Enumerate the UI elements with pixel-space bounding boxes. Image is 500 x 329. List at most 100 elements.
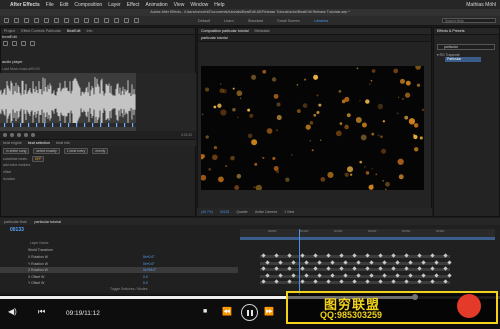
- layer-row[interactable]: X Rotation W 0x+0.0°: [0, 254, 238, 260]
- rewind-icon[interactable]: [3, 133, 7, 137]
- bokeh-particle: [377, 134, 380, 137]
- text-tool-icon[interactable]: [94, 18, 99, 23]
- workspace-standard[interactable]: Standard: [248, 19, 263, 23]
- views-dropdown[interactable]: 1 View: [284, 210, 294, 214]
- pause-button[interactable]: [241, 304, 258, 321]
- bokeh-particle: [272, 156, 276, 161]
- hand-tool-icon[interactable]: [24, 18, 29, 23]
- window-title: Adobe After Effects - /Users/mmoehl/Docu…: [0, 9, 500, 16]
- mask-tool-icon[interactable]: [74, 18, 79, 23]
- property-value[interactable]: 0.0: [143, 281, 148, 285]
- bokeh-particle: [370, 79, 373, 82]
- loop-icon[interactable]: [24, 133, 28, 137]
- rotate-tool-icon[interactable]: [44, 18, 49, 23]
- tab-effects-presets[interactable]: Effects & Presets: [437, 29, 465, 33]
- menu-window[interactable]: Window: [190, 2, 208, 8]
- toggle-switches-modes[interactable]: Toggle Switches / Modes: [110, 287, 148, 291]
- workspace-learn[interactable]: Learn: [224, 19, 234, 23]
- audio-waveform[interactable]: [0, 73, 136, 131]
- play-icon[interactable]: [10, 133, 14, 137]
- pan-tool-icon[interactable]: [64, 18, 69, 23]
- tab-project[interactable]: Project: [4, 29, 15, 33]
- tab-particular-final[interactable]: particular final: [4, 220, 26, 224]
- select-mode-dropdown[interactable]: select exactly: [33, 148, 60, 154]
- menu-effect[interactable]: Effect: [127, 2, 140, 8]
- marker-icon[interactable]: [12, 41, 17, 46]
- timeline-timecode[interactable]: 00133: [10, 227, 24, 233]
- tab-beat-info[interactable]: beat info: [56, 141, 70, 145]
- substitute-dropdown[interactable]: OFF: [31, 156, 45, 162]
- effect-item-particular[interactable]: Particular: [445, 57, 481, 62]
- scissors-icon[interactable]: [21, 41, 26, 46]
- tab-beat-engine[interactable]: beat engine: [3, 141, 22, 145]
- tab-beat-selection[interactable]: beat selection: [28, 141, 50, 145]
- tab-effect-controls[interactable]: Effect Controls Particular: [21, 29, 61, 33]
- tab-particular-tutorial[interactable]: particular tutorial: [34, 220, 61, 224]
- effects-search-input[interactable]: particular: [437, 44, 495, 50]
- zoom-level[interactable]: (46.7%): [201, 210, 213, 214]
- layer-row[interactable]: World Transform: [0, 247, 238, 253]
- stop-icon[interactable]: ■: [203, 307, 207, 317]
- bokeh-particle: [273, 166, 279, 172]
- playhead[interactable]: [299, 229, 300, 299]
- layer-row[interactable]: Y Offset W 0.0: [0, 280, 238, 286]
- selection-tool-icon[interactable]: [14, 18, 19, 23]
- eraser-tool-icon[interactable]: [124, 18, 129, 23]
- menu-composition[interactable]: Composition: [74, 2, 102, 8]
- property-value[interactable]: 0.0: [143, 275, 148, 279]
- puppet-tool-icon[interactable]: [134, 18, 139, 23]
- camera-dropdown[interactable]: Active Camera: [255, 210, 277, 214]
- tab-info[interactable]: Info: [86, 29, 92, 33]
- bokeh-particle: [285, 177, 290, 182]
- viewer-timecode[interactable]: 00133: [220, 210, 229, 214]
- volume-icon[interactable]: ◀): [8, 307, 17, 317]
- left-panel-tabs: Project Effect Controls Particular BeatE…: [1, 28, 195, 35]
- step-forward-icon[interactable]: ⏩: [264, 307, 274, 317]
- magnet-icon[interactable]: [3, 41, 8, 46]
- property-value[interactable]: 0x+95.0°: [143, 268, 157, 272]
- keyframe-area[interactable]: [240, 247, 495, 287]
- tab-beatedit[interactable]: BeatEdit: [67, 29, 81, 33]
- settings-icon[interactable]: [30, 41, 35, 46]
- tab-metadata[interactable]: Metadata: [255, 29, 270, 33]
- range-dropdown[interactable]: in entire song: [3, 148, 30, 154]
- property-value[interactable]: 0x+0.0°: [143, 262, 155, 266]
- previous-icon[interactable]: ⏮: [38, 307, 45, 317]
- search-help-input[interactable]: Search Help: [442, 18, 496, 23]
- menu-view[interactable]: View: [174, 2, 185, 8]
- layer-row-selected[interactable]: Z Rotation W 0x+95.0°: [0, 267, 238, 273]
- menu-animation[interactable]: Animation: [145, 2, 167, 8]
- app-menu[interactable]: After Effects: [10, 2, 40, 8]
- bokeh-particle: [335, 130, 342, 137]
- distribution-dropdown[interactable]: evenly: [92, 148, 109, 154]
- camera-tool-icon[interactable]: [54, 18, 59, 23]
- menu-layer[interactable]: Layer: [108, 2, 121, 8]
- pen-tool-icon[interactable]: [84, 18, 89, 23]
- stamp-tool-icon[interactable]: [114, 18, 119, 23]
- brush-tool-icon[interactable]: [104, 18, 109, 23]
- resolution-dropdown[interactable]: Quarter: [236, 210, 248, 214]
- composition-viewer[interactable]: [201, 66, 424, 190]
- bokeh-particle: [320, 139, 322, 141]
- property-value[interactable]: 0x+0.0°: [143, 255, 155, 259]
- home-icon[interactable]: [4, 18, 9, 23]
- menu-file[interactable]: File: [46, 2, 54, 8]
- stop-icon[interactable]: [17, 133, 21, 137]
- watermark-qq: QQ:985303259: [320, 310, 383, 320]
- workspace-libraries[interactable]: Libraries: [314, 19, 329, 23]
- workspace-default[interactable]: Default: [198, 19, 210, 23]
- audio-time: 0:00:12: [181, 133, 192, 137]
- keyframe[interactable]: [447, 260, 452, 265]
- zoom-tool-icon[interactable]: [34, 18, 39, 23]
- volume-icon[interactable]: [31, 133, 35, 137]
- tab-composition[interactable]: Composition particular tutorial: [201, 29, 249, 33]
- comp-name-tab[interactable]: particular tutorial: [201, 36, 228, 40]
- menu-edit[interactable]: Edit: [60, 2, 69, 8]
- beat-every-dropdown[interactable]: 1 beat every: [63, 148, 89, 154]
- workspace-small-screen[interactable]: Small Screen: [277, 19, 300, 23]
- menu-help[interactable]: Help: [214, 2, 224, 8]
- work-area-bar[interactable]: [240, 237, 495, 240]
- step-back-icon[interactable]: ⏪: [222, 307, 232, 317]
- bokeh-particle: [318, 103, 322, 107]
- keyframe[interactable]: [447, 273, 452, 278]
